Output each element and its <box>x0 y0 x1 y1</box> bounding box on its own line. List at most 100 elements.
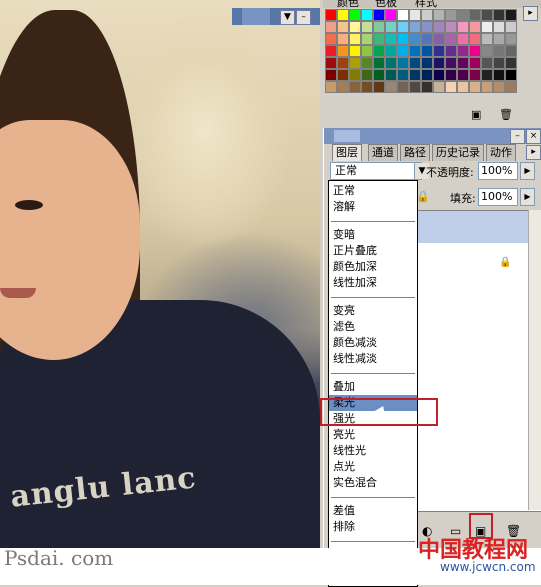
swatch-color[interactable] <box>337 33 349 45</box>
swatch-color[interactable] <box>505 21 517 33</box>
swatch-color[interactable] <box>349 33 361 45</box>
swatch-color[interactable] <box>421 21 433 33</box>
swatch-color[interactable] <box>385 9 397 21</box>
swatch-color[interactable] <box>469 81 481 93</box>
swatch-color[interactable] <box>457 33 469 45</box>
swatch-color[interactable] <box>361 21 373 33</box>
swatch-color[interactable] <box>337 57 349 69</box>
swatch-color[interactable] <box>481 69 493 81</box>
swatch-color[interactable] <box>433 57 445 69</box>
layer-list[interactable]: 🔒 <box>414 210 541 512</box>
swatch-color[interactable] <box>421 45 433 57</box>
swatch-color[interactable] <box>397 45 409 57</box>
layer-list-scrollbar[interactable] <box>528 210 541 510</box>
swatch-color[interactable] <box>349 69 361 81</box>
panel-menu-arrow-icon[interactable]: ▸ <box>526 145 541 160</box>
swatch-color[interactable] <box>373 57 385 69</box>
swatch-color[interactable] <box>373 9 385 21</box>
blend-menu-item[interactable]: 滤色 <box>329 319 417 335</box>
opacity-slider-arrow-icon[interactable]: ▶ <box>520 162 535 180</box>
swatch-color[interactable] <box>325 57 337 69</box>
swatch-color[interactable] <box>421 57 433 69</box>
blend-menu-item[interactable]: 正片叠底 <box>329 243 417 259</box>
swatch-color[interactable] <box>409 81 421 93</box>
swatch-color[interactable] <box>469 33 481 45</box>
swatch-color[interactable] <box>409 69 421 81</box>
swatch-color[interactable] <box>337 9 349 21</box>
swatch-color[interactable] <box>397 33 409 45</box>
swatch-color[interactable] <box>325 81 337 93</box>
swatch-color[interactable] <box>433 9 445 21</box>
swatch-color[interactable] <box>361 9 373 21</box>
new-swatch-icon[interactable]: ▣ <box>471 108 481 121</box>
swatch-color[interactable] <box>361 45 373 57</box>
swatch-color[interactable] <box>505 45 517 57</box>
swatch-color[interactable] <box>397 9 409 21</box>
blend-menu-item[interactable]: 差值 <box>329 503 417 519</box>
swatch-color[interactable] <box>505 69 517 81</box>
swatch-color[interactable] <box>445 45 457 57</box>
swatch-color[interactable] <box>325 69 337 81</box>
blend-menu-item[interactable]: 颜色加深 <box>329 259 417 275</box>
swatch-color[interactable] <box>409 33 421 45</box>
swatch-color[interactable] <box>361 57 373 69</box>
swatch-color[interactable] <box>445 81 457 93</box>
swatch-color[interactable] <box>409 9 421 21</box>
swatch-color[interactable] <box>373 21 385 33</box>
swatch-color[interactable] <box>337 45 349 57</box>
swatch-color[interactable] <box>493 81 505 93</box>
swatch-color[interactable] <box>385 45 397 57</box>
swatch-color[interactable] <box>493 45 505 57</box>
swatch-color[interactable] <box>325 45 337 57</box>
tab-history[interactable]: 历史记录 <box>432 144 484 161</box>
swatch-color[interactable] <box>457 57 469 69</box>
swatch-color[interactable] <box>349 21 361 33</box>
swatch-color[interactable] <box>457 9 469 21</box>
swatch-color[interactable] <box>397 57 409 69</box>
swatch-color[interactable] <box>385 21 397 33</box>
swatch-color[interactable] <box>481 21 493 33</box>
swatch-color[interactable] <box>433 33 445 45</box>
swatch-color[interactable] <box>505 33 517 45</box>
tab-actions[interactable]: 动作 <box>486 144 516 161</box>
swatch-color[interactable] <box>385 33 397 45</box>
swatch-color[interactable] <box>337 21 349 33</box>
swatch-color[interactable] <box>385 81 397 93</box>
blend-menu-item[interactable]: 正常 <box>329 183 417 199</box>
fill-slider-arrow-icon[interactable]: ▶ <box>520 188 535 206</box>
swatch-color[interactable] <box>325 21 337 33</box>
swatch-color[interactable] <box>445 69 457 81</box>
blend-menu-item[interactable]: 叠加 <box>329 379 417 395</box>
swatch-color[interactable] <box>481 81 493 93</box>
swatch-color[interactable] <box>457 69 469 81</box>
swatch-color[interactable] <box>457 81 469 93</box>
swatch-color[interactable] <box>349 45 361 57</box>
swatch-color[interactable] <box>421 33 433 45</box>
swatch-color[interactable] <box>481 57 493 69</box>
swatch-color[interactable] <box>493 69 505 81</box>
swatch-color[interactable] <box>373 33 385 45</box>
tab-layers[interactable]: 图层 <box>332 144 362 161</box>
swatch-color[interactable] <box>433 81 445 93</box>
tab-channels[interactable]: 通道 <box>368 144 398 161</box>
swatch-color[interactable] <box>361 69 373 81</box>
swatch-color[interactable] <box>337 69 349 81</box>
blend-menu-item[interactable]: 颜色减淡 <box>329 335 417 351</box>
swatch-color[interactable] <box>349 81 361 93</box>
swatch-color[interactable] <box>433 45 445 57</box>
swatch-color[interactable] <box>349 57 361 69</box>
swatch-color[interactable] <box>433 21 445 33</box>
swatch-color[interactable] <box>361 33 373 45</box>
blend-menu-item[interactable]: 线性光 <box>329 443 417 459</box>
swatch-color[interactable] <box>505 81 517 93</box>
layer-row-selected[interactable] <box>415 211 541 243</box>
swatch-color[interactable] <box>385 69 397 81</box>
scroll-down-icon[interactable]: ▼ <box>280 10 295 25</box>
swatch-color[interactable] <box>373 69 385 81</box>
swatch-color[interactable] <box>409 21 421 33</box>
opacity-input[interactable]: 100% <box>478 162 518 180</box>
swatch-color[interactable] <box>397 69 409 81</box>
swatch-color[interactable] <box>445 57 457 69</box>
swatch-color[interactable] <box>493 33 505 45</box>
swatch-color[interactable] <box>325 33 337 45</box>
